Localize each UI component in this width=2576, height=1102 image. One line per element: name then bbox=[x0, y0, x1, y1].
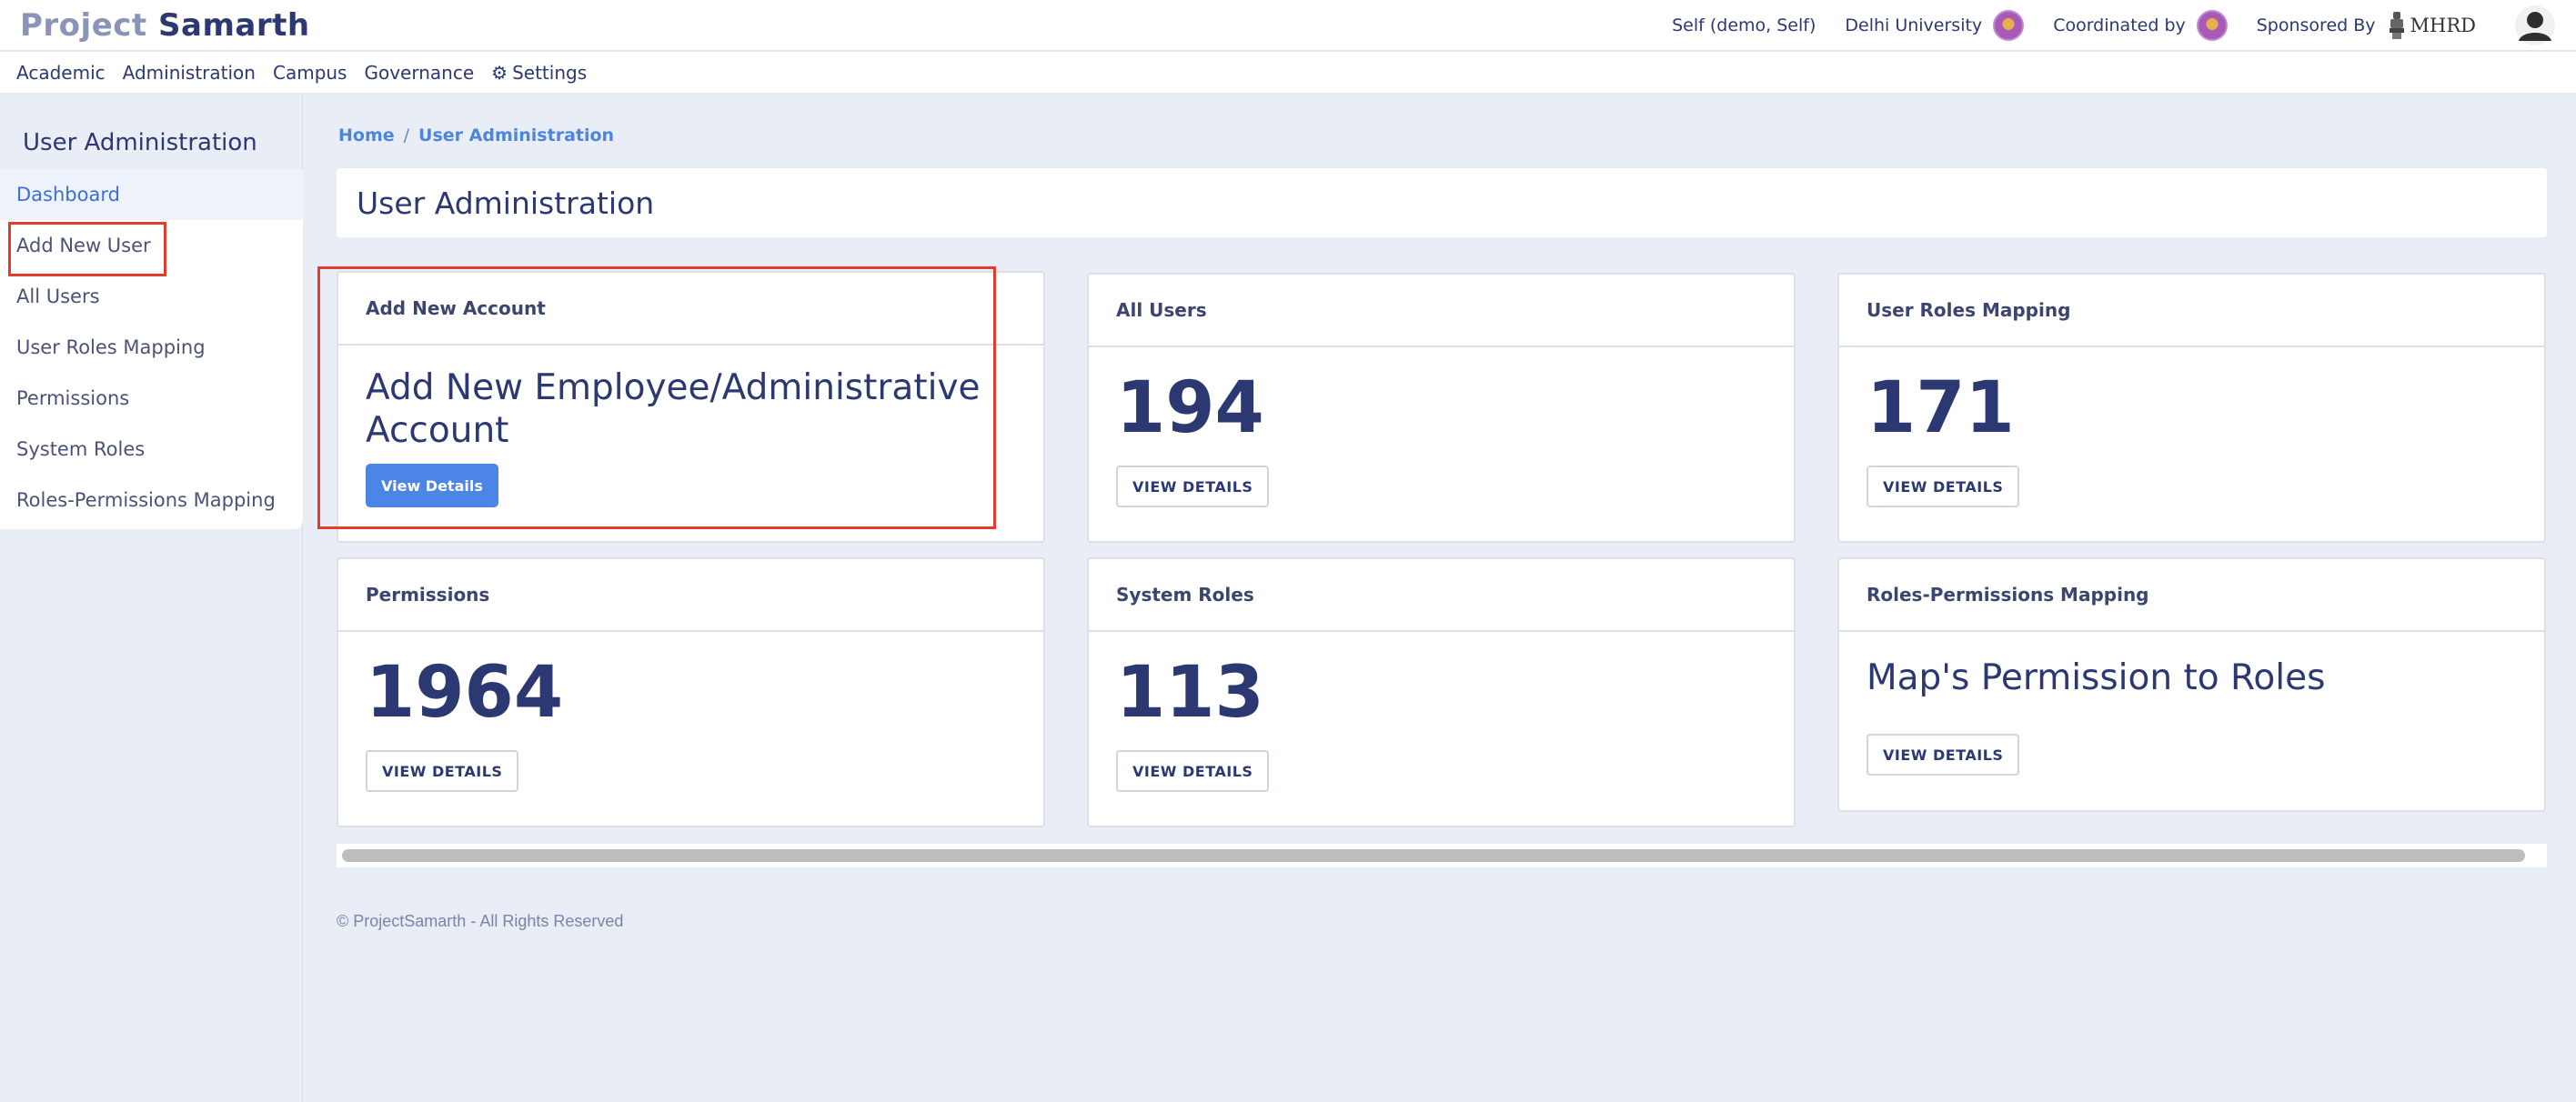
coordinator-seal-icon bbox=[2196, 10, 2228, 41]
sidebar-title: User Administration bbox=[23, 129, 257, 156]
national-emblem-icon bbox=[2387, 10, 2407, 41]
nav-settings[interactable]: ⚙ Settings bbox=[491, 62, 587, 84]
current-user[interactable]: Self (demo, Self) bbox=[1672, 15, 1816, 35]
brand-logo[interactable]: Project Samarth bbox=[20, 7, 310, 44]
sidebar-item-system-roles[interactable]: System Roles bbox=[0, 424, 303, 475]
view-details-button[interactable]: VIEW DETAILS bbox=[366, 750, 519, 792]
highlight-box-add-new-account bbox=[317, 266, 996, 529]
card-permissions: Permissions 1964 VIEW DETAILS bbox=[337, 557, 1045, 827]
view-details-button[interactable]: VIEW DETAILS bbox=[1116, 466, 1270, 507]
footer-copyright: © ProjectSamarth - All Rights Reserved bbox=[337, 912, 624, 930]
top-header: Project Samarth Self (demo, Self) Delhi … bbox=[0, 0, 2576, 51]
sidebar-item-dashboard[interactable]: Dashboard bbox=[0, 169, 303, 220]
gear-icon: ⚙ bbox=[491, 61, 508, 84]
user-avatar-icon[interactable] bbox=[2514, 5, 2556, 46]
card-count: 1964 bbox=[366, 652, 564, 734]
card-header: All Users bbox=[1089, 275, 1794, 347]
university: Delhi University bbox=[1845, 10, 2025, 41]
nav-academic[interactable]: Academic bbox=[16, 62, 106, 84]
breadcrumb-home[interactable]: Home bbox=[338, 125, 395, 145]
highlight-box-add-new-user bbox=[8, 222, 166, 276]
view-details-button[interactable]: VIEW DETAILS bbox=[1867, 466, 2020, 507]
card-user-roles-mapping: User Roles Mapping 171 VIEW DETAILS bbox=[1837, 273, 2546, 543]
scrollbar-thumb[interactable] bbox=[342, 849, 2525, 862]
card-system-roles: System Roles 113 VIEW DETAILS bbox=[1087, 557, 1796, 827]
page-title: User Administration bbox=[337, 168, 2547, 237]
nav-administration[interactable]: Administration bbox=[123, 62, 256, 84]
breadcrumb-separator: / bbox=[403, 125, 410, 145]
nav-campus[interactable]: Campus bbox=[273, 62, 347, 84]
coordinated-by-label: Coordinated by bbox=[2053, 15, 2186, 35]
card-header: System Roles bbox=[1089, 559, 1794, 632]
card-roles-permissions-mapping: Roles-Permissions Mapping Map's Permissi… bbox=[1837, 557, 2546, 812]
university-label: Delhi University bbox=[1845, 15, 1983, 35]
nav-governance[interactable]: Governance bbox=[364, 62, 474, 84]
sponsor: Sponsored By MHRD bbox=[2257, 10, 2476, 41]
university-seal-icon bbox=[1993, 10, 2025, 41]
sidebar-item-all-users[interactable]: All Users bbox=[0, 271, 303, 322]
view-details-button[interactable]: VIEW DETAILS bbox=[1116, 750, 1270, 792]
nav-settings-label: Settings bbox=[512, 61, 588, 84]
card-description: Map's Permission to Roles bbox=[1867, 657, 2326, 698]
sponsored-by-label: Sponsored By bbox=[2256, 15, 2376, 35]
card-header: User Roles Mapping bbox=[1839, 275, 2544, 347]
breadcrumb: Home / User Administration bbox=[338, 125, 614, 145]
sponsor-name: MHRD bbox=[2410, 15, 2476, 36]
horizontal-scrollbar[interactable] bbox=[337, 844, 2547, 867]
header-right: Self (demo, Self) Delhi University Coord… bbox=[1672, 0, 2576, 51]
card-header: Permissions bbox=[338, 559, 1043, 632]
breadcrumb-current[interactable]: User Administration bbox=[418, 125, 614, 145]
sidebar-item-roles-permissions-mapping[interactable]: Roles-Permissions Mapping bbox=[0, 475, 303, 526]
sidebar-item-permissions[interactable]: Permissions bbox=[0, 373, 303, 424]
sidebar-item-user-roles-mapping[interactable]: User Roles Mapping bbox=[0, 322, 303, 373]
card-header: Roles-Permissions Mapping bbox=[1839, 559, 2544, 632]
card-count: 194 bbox=[1116, 367, 1264, 449]
card-count: 113 bbox=[1116, 652, 1264, 734]
card-count: 171 bbox=[1867, 367, 2015, 449]
main-nav: Academic Administration Campus Governanc… bbox=[0, 52, 2576, 94]
coordinator: Coordinated by bbox=[2053, 10, 2228, 41]
card-all-users: All Users 194 VIEW DETAILS bbox=[1087, 273, 1796, 543]
view-details-button[interactable]: VIEW DETAILS bbox=[1867, 734, 2020, 776]
